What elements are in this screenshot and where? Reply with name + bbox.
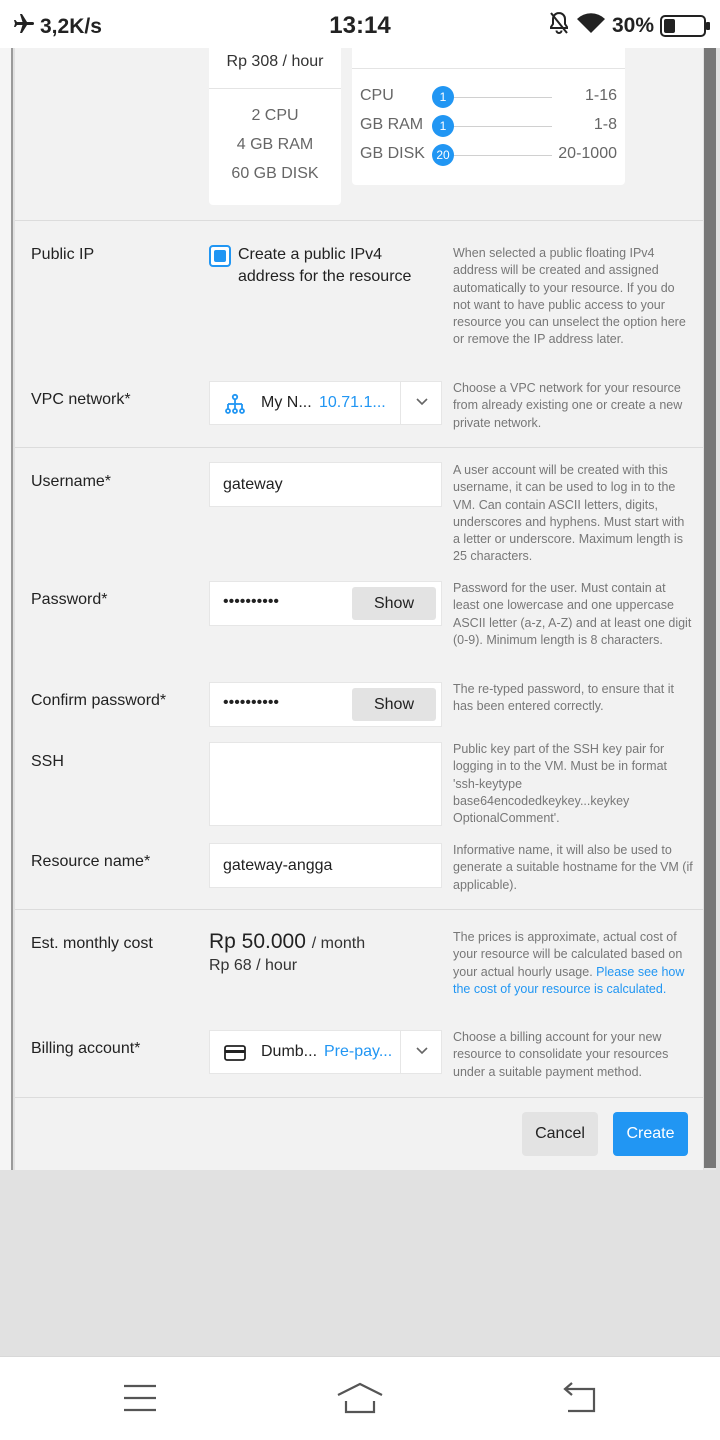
billing-account-label: Billing account* (31, 1040, 141, 1057)
vpc-network-label: VPC network* (31, 391, 131, 408)
resource-name-value: gateway-angga (223, 857, 333, 874)
section-divider (15, 1097, 703, 1098)
section-divider (15, 220, 703, 221)
select-divider (400, 382, 401, 424)
resource-name-input[interactable]: gateway-angga (209, 843, 442, 888)
scrollbar[interactable] (704, 48, 716, 1170)
wifi-icon (576, 11, 606, 41)
slider-label: CPU (360, 87, 394, 104)
monthly-cost-value: Rp 50.000 (209, 930, 306, 953)
chevron-down-icon[interactable] (414, 1043, 430, 1059)
show-password-button[interactable]: Show (352, 587, 436, 620)
credit-card-icon (224, 1045, 246, 1061)
cpu-slider[interactable]: CPU 1 1-16 (360, 85, 617, 109)
vpc-network-select[interactable]: My N... 10.71.1... (209, 381, 442, 425)
battery-percent: 30% (611, 14, 654, 37)
cancel-button[interactable]: Cancel (522, 1112, 598, 1156)
cost-label: Est. monthly cost (31, 935, 153, 952)
slider-range: 20-1000 (558, 145, 617, 162)
slider-range: 1-8 (593, 116, 617, 133)
monthly-cost-unit: / month (311, 935, 366, 952)
battery-fill (664, 19, 675, 33)
ssh-key-textarea[interactable] (209, 742, 442, 826)
public-ip-checkbox-label[interactable]: Create a public IPv4 address for the res… (238, 244, 428, 288)
billing-account-type: Pre-pay... (324, 1043, 393, 1060)
public-ip-label: Public IP (31, 246, 95, 263)
slider-track[interactable] (452, 155, 552, 156)
billing-account-help: Choose a billing account for your new re… (453, 1030, 669, 1079)
confirm-password-label: Confirm password* (31, 692, 167, 709)
billing-account-name: Dumb... (261, 1043, 318, 1060)
cost-help: The prices is approximate, actual cost o… (453, 929, 693, 998)
username-label: Username* (31, 473, 112, 490)
chevron-down-icon[interactable] (414, 394, 430, 410)
status-right: 30% (548, 11, 710, 41)
username-input[interactable]: gateway (209, 462, 442, 507)
resource-name-label: Resource name* (31, 853, 151, 870)
confirm-password-input[interactable]: •••••••••• Show (209, 682, 442, 727)
public-ip-checkbox[interactable] (209, 245, 231, 267)
slider-label: GB DISK (360, 145, 425, 162)
slider-label: GB RAM (360, 116, 424, 133)
size-ram: 4 GB RAM (236, 136, 314, 153)
check-mark (214, 250, 226, 262)
vpc-name: My N... (261, 394, 312, 411)
menu-icon[interactable] (120, 1381, 160, 1415)
vpc-address: 10.71.1... (319, 394, 386, 411)
size-card-custom: CPU 1 1-16 GB RAM 1 1-8 GB DISK 20 20-10… (352, 48, 625, 185)
size-card-selected[interactable]: Rp 308 / hour 2 CPU 4 GB RAM 60 GB DISK (209, 48, 341, 205)
slider-range: 1-16 (584, 87, 617, 104)
billing-account-select[interactable]: Dumb... Pre-pay... (209, 1030, 442, 1074)
username-value: gateway (223, 476, 283, 493)
home-icon[interactable] (336, 1381, 384, 1415)
size-cpu: 2 CPU (251, 107, 299, 124)
slider-handle[interactable]: 1 (432, 115, 454, 137)
status-bar: 3,2K/s 13:14 30% (0, 0, 720, 48)
password-help: Password for the user. Must contain at l… (453, 581, 692, 647)
bell-muted-icon (548, 11, 570, 41)
slider-track[interactable] (452, 126, 552, 127)
select-divider (400, 1031, 401, 1073)
section-divider (15, 447, 703, 448)
divider (352, 68, 625, 69)
slider-track[interactable] (452, 97, 552, 98)
public-ip-help: When selected a public floating IPv4 add… (453, 246, 686, 347)
confirm-password-help: The re-typed password, to ensure that it… (453, 682, 674, 714)
create-button[interactable]: Create (613, 1112, 688, 1156)
divider (209, 88, 341, 89)
back-icon[interactable] (560, 1381, 600, 1415)
password-input[interactable]: •••••••••• Show (209, 581, 442, 626)
navigation-bar (0, 1356, 720, 1440)
scrollbar-thumb[interactable] (704, 48, 716, 1168)
ssh-label: SSH (31, 753, 64, 770)
confirm-password-value: •••••••••• (223, 694, 280, 711)
monthly-cost: Rp 50.000 / month (209, 930, 365, 954)
size-disk: 60 GB DISK (231, 165, 319, 182)
show-confirm-password-button[interactable]: Show (352, 688, 436, 721)
size-price: Rp 308 / hour (226, 53, 324, 70)
resource-name-help: Informative name, it will also be used t… (453, 843, 693, 892)
section-divider (15, 909, 703, 910)
password-value: •••••••••• (223, 593, 280, 610)
page-viewport[interactable]: Rp 308 / hour 2 CPU 4 GB RAM 60 GB DISK … (0, 48, 720, 1356)
vpc-network-help: Choose a VPC network for your resource f… (453, 381, 683, 430)
ram-slider[interactable]: GB RAM 1 1-8 (360, 114, 617, 138)
disk-slider[interactable]: GB DISK 20 20-1000 (360, 143, 617, 167)
battery-icon (660, 15, 710, 37)
slider-handle[interactable]: 1 (432, 86, 454, 108)
network-icon (225, 393, 245, 414)
password-label: Password* (31, 591, 108, 608)
left-border (11, 48, 13, 1170)
ssh-help: Public key part of the SSH key pair for … (453, 742, 667, 826)
username-help: A user account will be created with this… (453, 463, 685, 564)
hourly-cost: Rp 68 / hour (209, 957, 298, 974)
slider-handle[interactable]: 20 (432, 144, 454, 166)
